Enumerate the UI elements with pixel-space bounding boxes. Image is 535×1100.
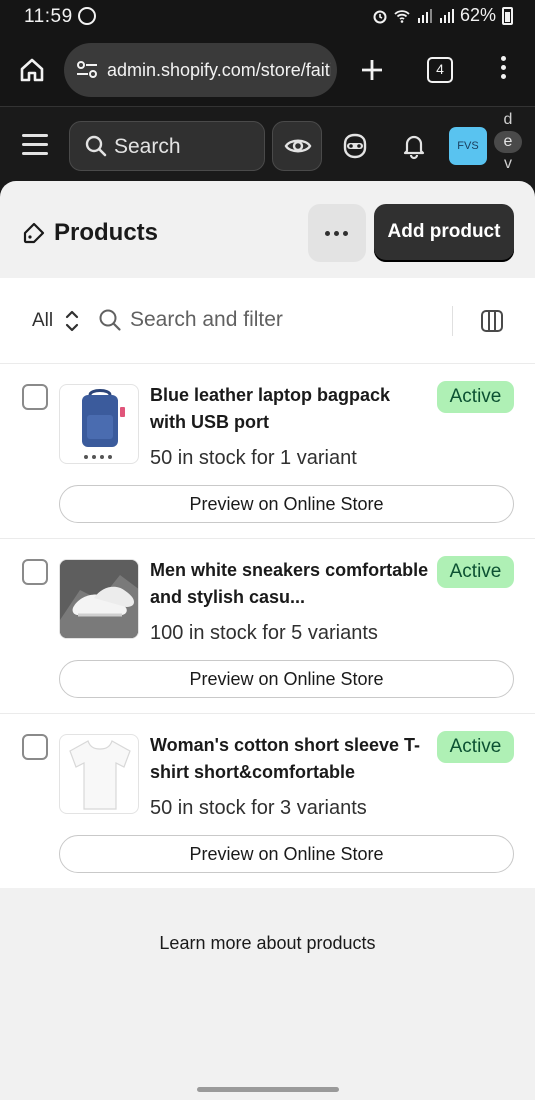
site-settings-icon[interactable] — [76, 61, 98, 79]
sneakers-image — [60, 560, 138, 638]
chevron-up-down-icon[interactable] — [64, 308, 80, 334]
view-store-button[interactable] — [272, 121, 322, 171]
signal-icon — [417, 8, 432, 23]
add-product-button[interactable]: Add product — [374, 204, 514, 262]
global-search-button[interactable]: Search — [69, 121, 265, 171]
signal-icon-2 — [439, 8, 454, 23]
gesture-bar — [0, 1080, 535, 1100]
dev-letter: e — [494, 131, 522, 153]
admin-header: Search FVS d e v — [0, 106, 535, 186]
main-content: Products Add product All Search and filt… — [0, 181, 535, 1080]
row-checkbox[interactable] — [22, 734, 48, 760]
home-icon[interactable] — [18, 56, 46, 84]
status-bar: 11:59 62% — [0, 0, 535, 34]
inventory-text: 100 in stock for 5 variants — [150, 622, 378, 644]
battery-percent: 62% — [459, 5, 496, 25]
browser-toolbar: admin.shopify.com/store/faiti 4 — [0, 34, 535, 106]
menu-icon[interactable] — [22, 134, 48, 156]
product-row[interactable]: Woman's cotton short sleeve T-shirt shor… — [0, 714, 535, 889]
backpack-image — [82, 389, 125, 459]
preview-button[interactable]: Preview on Online Store — [59, 835, 514, 873]
learn-more-link[interactable]: Learn more about products — [0, 933, 535, 954]
status-badge: Active — [437, 556, 514, 588]
sidekick-icon[interactable] — [340, 131, 370, 161]
product-name[interactable]: Blue leather laptop bagpack with USB por… — [150, 382, 430, 436]
dev-letter: d — [503, 111, 513, 128]
more-actions-button[interactable] — [308, 204, 366, 262]
wifi-icon — [394, 9, 410, 23]
product-name[interactable]: Woman's cotton short sleeve T-shirt shor… — [150, 732, 430, 786]
url-text[interactable]: admin.shopify.com/store/faiti — [107, 60, 331, 81]
status-badge: Active — [437, 731, 514, 763]
whatsapp-icon — [78, 7, 96, 25]
browser-menu-icon[interactable] — [497, 56, 509, 84]
view-selector[interactable]: All — [32, 310, 53, 332]
home-gesture-handle[interactable] — [197, 1087, 339, 1092]
battery-icon — [502, 6, 513, 25]
status-time: 11:59 — [24, 6, 73, 27]
row-checkbox[interactable] — [22, 559, 48, 585]
search-icon — [85, 135, 107, 157]
filter-bar: All Search and filter — [0, 278, 535, 364]
dev-letter: v — [504, 155, 512, 172]
inventory-text: 50 in stock for 1 variant — [150, 447, 357, 469]
alarm-icon — [373, 10, 387, 23]
search-icon — [99, 309, 121, 331]
new-tab-icon[interactable] — [358, 56, 386, 84]
preview-button[interactable]: Preview on Online Store — [59, 660, 514, 698]
product-thumbnail-backpack[interactable] — [59, 384, 139, 464]
products-card: All Search and filter Blue leather lapto… — [0, 278, 535, 888]
address-bar[interactable]: admin.shopify.com/store/faiti — [64, 43, 337, 97]
divider — [452, 306, 453, 336]
status-badge: Active — [437, 381, 514, 413]
page-header: Products Add product — [0, 181, 535, 278]
dev-store-label: d e v — [494, 109, 522, 175]
search-label: Search — [114, 135, 181, 158]
eye-icon — [284, 139, 312, 153]
product-row[interactable]: Men white sneakers comfortable and styli… — [0, 539, 535, 714]
columns-icon[interactable] — [480, 309, 504, 333]
store-avatar[interactable]: FVS — [449, 127, 487, 165]
page-title: Products — [54, 219, 159, 246]
search-filter-input[interactable]: Search and filter — [130, 308, 283, 332]
product-row[interactable]: Blue leather laptop bagpack with USB por… — [0, 364, 535, 539]
row-checkbox[interactable] — [22, 384, 48, 410]
tab-switcher-button[interactable]: 4 — [427, 57, 453, 83]
tshirt-image — [69, 740, 131, 810]
tag-icon — [23, 222, 45, 244]
status-icons: 62% — [372, 5, 513, 26]
inventory-text: 50 in stock for 3 variants — [150, 797, 367, 819]
product-name[interactable]: Men white sneakers comfortable and styli… — [150, 557, 430, 611]
notifications-icon[interactable] — [399, 131, 429, 161]
product-thumbnail-tshirt[interactable] — [59, 734, 139, 814]
preview-button[interactable]: Preview on Online Store — [59, 485, 514, 523]
product-thumbnail-sneakers[interactable] — [59, 559, 139, 639]
